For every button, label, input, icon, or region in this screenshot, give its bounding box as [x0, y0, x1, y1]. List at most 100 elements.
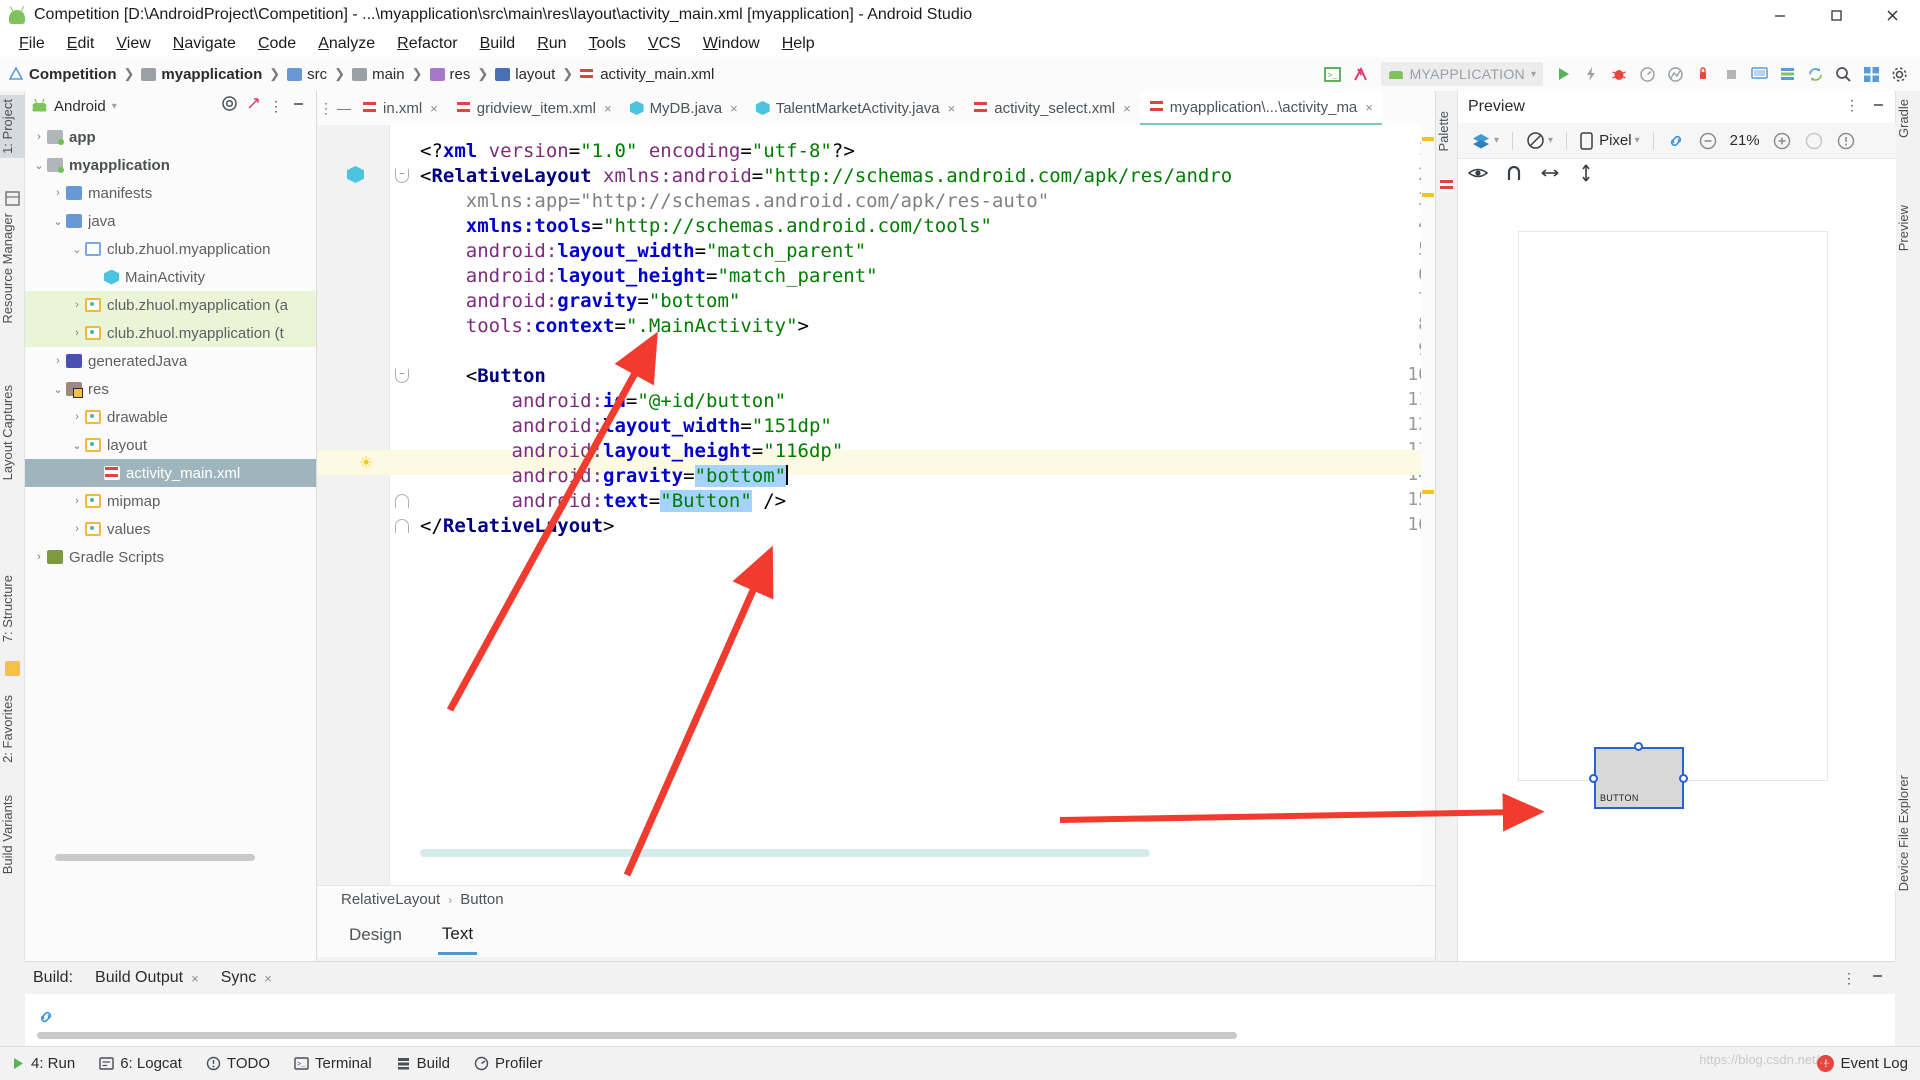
code-line-12[interactable]: android:layout_width="151dp" [420, 414, 832, 439]
layout-icon[interactable] [1858, 61, 1884, 87]
tree-item-mainactivity[interactable]: MainActivity [25, 263, 316, 291]
resource-manager-icon[interactable] [5, 191, 20, 206]
code-line-3[interactable]: xmlns:app="http://schemas.android.com/ap… [420, 189, 1049, 214]
status-item-run[interactable]: 4: Run [10, 1055, 75, 1072]
code-line-16[interactable]: </RelativeLayout> [420, 514, 615, 539]
status-item-logcat[interactable]: 6: Logcat [99, 1055, 182, 1072]
error-stripe[interactable] [1421, 125, 1435, 885]
chevron-down-icon[interactable]: ▾ [1531, 69, 1536, 80]
tree-item-club-zhuol-myapplication--a[interactable]: › club.zhuol.myapplication (a [25, 291, 316, 319]
tab-build-output[interactable]: Build Output × [95, 969, 199, 987]
menu-item-file[interactable]: File [8, 33, 56, 55]
code-line-10[interactable]: <Button [420, 364, 546, 389]
apply-changes-icon[interactable] [1578, 61, 1604, 87]
close-icon[interactable]: × [948, 101, 956, 116]
menu-item-build[interactable]: Build [469, 33, 527, 55]
breadcrumb-item-layout[interactable]: layout [495, 66, 555, 83]
menu-item-refactor[interactable]: Refactor [386, 33, 468, 55]
editor-horizontal-scrollbar[interactable] [420, 849, 1150, 857]
tree-item-res[interactable]: ⌄ res [25, 375, 316, 403]
code-line-14[interactable]: android:gravity="bottom" [420, 464, 789, 489]
tree-item-app[interactable]: › app [25, 123, 316, 151]
fold-end-marker-icon[interactable] [395, 519, 409, 533]
preview-canvas[interactable]: BUTTON [1458, 191, 1896, 891]
close-icon[interactable]: × [730, 101, 738, 116]
build-output-pane[interactable] [25, 994, 1895, 1046]
chevron-right-icon[interactable]: › [69, 327, 85, 339]
code-editor[interactable]: 12345678910111213141516 − − ☀ <?xml vers… [317, 125, 1435, 885]
code-line-13[interactable]: android:layout_height="116dp" [420, 439, 844, 464]
tree-item-activity-main-xml[interactable]: activity_main.xml [25, 459, 316, 487]
breadcrumb-relativelayout[interactable]: RelativeLayout [341, 891, 440, 908]
chevron-right-icon[interactable]: › [69, 411, 85, 423]
magnet-icon[interactable] [1506, 164, 1522, 187]
stop-icon[interactable] [1718, 61, 1744, 87]
tab-design[interactable]: Design [345, 917, 406, 953]
breadcrumb-item-res[interactable]: res [429, 66, 470, 83]
project-view-selector[interactable]: Android [54, 98, 106, 115]
stripe-warning-marker[interactable] [1422, 137, 1434, 141]
run-icon[interactable] [1550, 61, 1576, 87]
tree-item-mipmap[interactable]: › mipmap [25, 487, 316, 515]
close-icon[interactable]: × [430, 101, 438, 116]
zoom-out-icon[interactable] [1694, 128, 1722, 154]
code-line-15[interactable]: android:text="Button" /> [420, 489, 786, 514]
search-icon[interactable] [1830, 61, 1856, 87]
breadcrumb-item-activity-main-xml[interactable]: activity_main.xml [580, 66, 714, 83]
tree-item-layout[interactable]: ⌄ layout [25, 431, 316, 459]
menu-item-run[interactable]: Run [526, 33, 577, 55]
fold-marker-icon[interactable]: − [395, 369, 409, 383]
tree-item-myapplication[interactable]: ⌄ myapplication [25, 151, 316, 179]
chevron-down-icon[interactable]: ▾ [1635, 135, 1640, 146]
link-icon[interactable] [37, 1008, 55, 1026]
design-mode-icon[interactable]: ▾ [1466, 128, 1504, 154]
tree-item-club-zhuol-myapplication--t[interactable]: › club.zhuol.myapplication (t [25, 319, 316, 347]
code-line-8[interactable]: tools:context=".MainActivity"> [420, 314, 809, 339]
status-item-todo[interactable]: TODO [206, 1055, 270, 1072]
locate-icon[interactable] [221, 95, 238, 117]
tree-item-manifests[interactable]: › manifests [25, 179, 316, 207]
chevron-down-icon[interactable]: ▾ [1548, 135, 1553, 146]
chevron-down-icon[interactable]: ⌄ [69, 243, 85, 256]
options-icon[interactable]: ⋮ [1845, 97, 1859, 117]
close-icon[interactable]: × [264, 971, 272, 986]
warning-icon[interactable] [1832, 128, 1860, 154]
close-icon[interactable]: × [1123, 101, 1131, 116]
hide-icon[interactable]: — [335, 100, 353, 116]
minimize-icon[interactable] [1870, 968, 1885, 988]
breadcrumb-item-competition[interactable]: Competition [8, 66, 117, 83]
collapse-all-icon[interactable] [246, 96, 261, 116]
build-pane-scrollbar[interactable] [37, 1032, 1237, 1039]
editor-tab-mydb-java[interactable]: MyDB.java × [621, 91, 747, 125]
code-line-4[interactable]: xmlns:tools="http://schemas.android.com/… [420, 214, 992, 239]
close-icon[interactable]: × [1365, 100, 1373, 115]
editor-tab-gridview-item-xml[interactable]: gridview_item.xml × [447, 91, 621, 125]
tree-item-gradle-scripts[interactable]: › Gradle Scripts [25, 543, 316, 571]
sync-gradle-icon[interactable] [1802, 61, 1828, 87]
profiler-icon[interactable] [1634, 61, 1660, 87]
code-line-6[interactable]: android:layout_height="match_parent" [420, 264, 878, 289]
tab-text[interactable]: Text [437, 916, 478, 955]
link-icon[interactable] [1662, 128, 1690, 154]
editor-tab-talentmarketactivity-java[interactable]: TalentMarketActivity.java × [747, 91, 965, 125]
lambda-icon[interactable] [1348, 61, 1374, 87]
chevron-down-icon[interactable]: ▾ [1494, 135, 1499, 146]
hide-icon[interactable] [291, 96, 306, 116]
editor-tab-in-xml[interactable]: in.xml × [353, 91, 447, 125]
settings-icon[interactable] [1886, 61, 1912, 87]
event-log-button[interactable]: ! Event Log [1817, 1055, 1908, 1072]
chevron-right-icon[interactable]: › [31, 131, 47, 143]
code-content[interactable]: <?xml version="1.0" encoding="utf-8"?> <R… [420, 125, 1435, 860]
menu-item-edit[interactable]: Edit [56, 33, 106, 55]
breadcrumb-item-main[interactable]: main [352, 66, 405, 83]
chevron-right-icon[interactable]: › [69, 495, 85, 507]
menu-item-code[interactable]: Code [247, 33, 307, 55]
menu-item-vcs[interactable]: VCS [637, 33, 692, 55]
tree-item-club-zhuol-myapplication[interactable]: ⌄ club.zhuol.myapplication [25, 235, 316, 263]
tree-item-drawable[interactable]: › drawable [25, 403, 316, 431]
menu-item-help[interactable]: Help [771, 33, 826, 55]
chevron-right-icon[interactable]: › [31, 551, 47, 563]
menu-item-navigate[interactable]: Navigate [162, 33, 247, 55]
run-configuration-selector[interactable]: MYAPPLICATION ▾ [1380, 62, 1543, 86]
code-line-11[interactable]: android:id="@+id/button" [420, 389, 787, 414]
